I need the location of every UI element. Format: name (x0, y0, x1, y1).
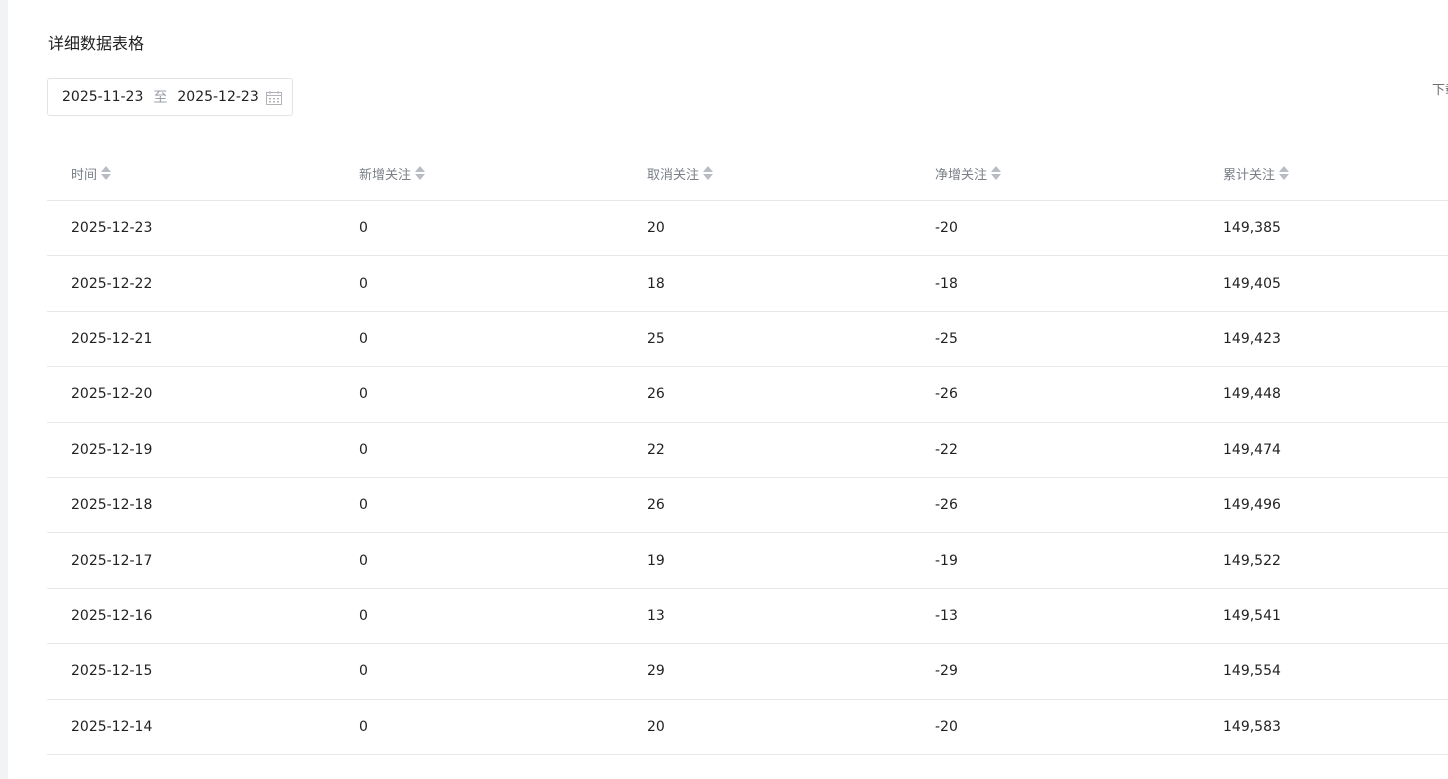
sort-icon[interactable] (991, 166, 1002, 180)
calendar-icon[interactable] (266, 91, 282, 105)
table-cell: 149,541 (1223, 607, 1281, 624)
table-cell: 0 (359, 330, 368, 347)
table-cell: -25 (935, 330, 958, 347)
table-cell: 0 (359, 386, 368, 403)
data-table: 时间 新增关注 取消关注 净增关注 累计关注 2025-12-23 0 20 -20 1… (47, 146, 1448, 755)
table-cell: 2025-12-21 (71, 330, 153, 347)
table-cell: 149,522 (1223, 552, 1281, 569)
sort-icon[interactable] (415, 166, 426, 180)
header-new-follow[interactable]: 新增关注 (335, 146, 623, 200)
table-cell: 25 (647, 330, 665, 347)
table-row: 2025-12-23 0 20 -20 149,385 (47, 201, 1448, 257)
table-cell: 19 (647, 552, 665, 569)
header-unfollow[interactable]: 取消关注 (623, 146, 911, 200)
table-row: 2025-12-18 0 26 -26 149,496 (47, 478, 1448, 534)
table-cell: 26 (647, 386, 665, 403)
table-cell: 20 (647, 718, 665, 735)
header-label: 累计关注 (1223, 167, 1276, 183)
table-cell: 2025-12-23 (71, 220, 153, 237)
table-cell: 149,423 (1223, 330, 1281, 347)
header-label: 新增关注 (359, 167, 412, 183)
table-cell: 18 (647, 275, 665, 292)
table-cell: 149,496 (1223, 497, 1281, 514)
table-row: 2025-12-22 0 18 -18 149,405 (47, 256, 1448, 312)
table-row: 2025-12-17 0 19 -19 149,522 (47, 533, 1448, 589)
sort-icon[interactable] (1279, 166, 1290, 180)
header-label: 取消关注 (647, 167, 700, 183)
date-separator: 至 (153, 90, 168, 106)
table-cell: 0 (359, 718, 368, 735)
table-cell: 0 (359, 552, 368, 569)
table-cell: 20 (647, 220, 665, 237)
table-cell: -22 (935, 441, 958, 458)
table-row: 2025-12-20 0 26 -26 149,448 (47, 367, 1448, 423)
table-cell: 2025-12-14 (71, 718, 153, 735)
table-cell: 0 (359, 663, 368, 680)
date-range-picker[interactable]: 2025-11-23 至 2025-12-23 (47, 78, 293, 116)
table-cell: 149,385 (1223, 220, 1281, 237)
header-label: 净增关注 (935, 167, 988, 183)
table-cell: 0 (359, 441, 368, 458)
download-link[interactable]: 下载 (1432, 79, 1448, 98)
table-cell: 2025-12-22 (71, 275, 153, 292)
end-date[interactable]: 2025-12-23 (177, 89, 258, 105)
header-time[interactable]: 时间 (47, 146, 335, 200)
table-cell: 149,583 (1223, 718, 1281, 735)
table-body: 2025-12-23 0 20 -20 149,385 2025-12-22 0 18 -18 1… (47, 201, 1448, 755)
start-date[interactable]: 2025-11-23 (62, 89, 143, 105)
header-label: 时间 (71, 167, 98, 183)
section-title: 详细数据表格 (48, 34, 145, 53)
table-cell: -29 (935, 663, 958, 680)
table-cell: 22 (647, 441, 665, 458)
table-cell: -26 (935, 386, 958, 403)
table-cell: -19 (935, 552, 958, 569)
table-cell: -13 (935, 607, 958, 624)
table-cell: 2025-12-17 (71, 552, 153, 569)
sort-icon[interactable] (101, 166, 112, 180)
table-cell: 149,554 (1223, 663, 1281, 680)
table-row: 2025-12-14 0 20 -20 149,583 (47, 700, 1448, 755)
table-cell: 13 (647, 607, 665, 624)
table-row: 2025-12-21 0 25 -25 149,423 (47, 312, 1448, 368)
table-cell: 0 (359, 275, 368, 292)
table-header: 时间 新增关注 取消关注 净增关注 累计关注 (47, 146, 1448, 201)
table-cell: 2025-12-16 (71, 607, 153, 624)
table-cell: 149,405 (1223, 275, 1281, 292)
table-cell: -20 (935, 220, 958, 237)
table-cell: 2025-12-20 (71, 386, 153, 403)
table-cell: 0 (359, 497, 368, 514)
table-cell: -18 (935, 275, 958, 292)
table-row: 2025-12-16 0 13 -13 149,541 (47, 589, 1448, 645)
table-cell: 149,448 (1223, 386, 1281, 403)
table-cell: 2025-12-15 (71, 663, 153, 680)
table-row: 2025-12-19 0 22 -22 149,474 (47, 423, 1448, 478)
table-cell: 29 (647, 663, 665, 680)
data-table-card: 详细数据表格 2025-11-23 至 2025-12-23 下载 时间 新增关… (8, 0, 1448, 779)
sort-icon[interactable] (703, 166, 714, 180)
header-total-follow[interactable]: 累计关注 (1199, 146, 1448, 200)
table-cell: 0 (359, 607, 368, 624)
left-gutter (0, 0, 8, 779)
table-cell: 26 (647, 497, 665, 514)
table-cell: -26 (935, 497, 958, 514)
header-net-follow[interactable]: 净增关注 (911, 146, 1199, 200)
table-cell: -20 (935, 718, 958, 735)
table-cell: 2025-12-19 (71, 441, 153, 458)
table-cell: 0 (359, 220, 368, 237)
table-cell: 149,474 (1223, 441, 1281, 458)
table-row: 2025-12-15 0 29 -29 149,554 (47, 644, 1448, 700)
table-cell: 2025-12-18 (71, 497, 153, 514)
